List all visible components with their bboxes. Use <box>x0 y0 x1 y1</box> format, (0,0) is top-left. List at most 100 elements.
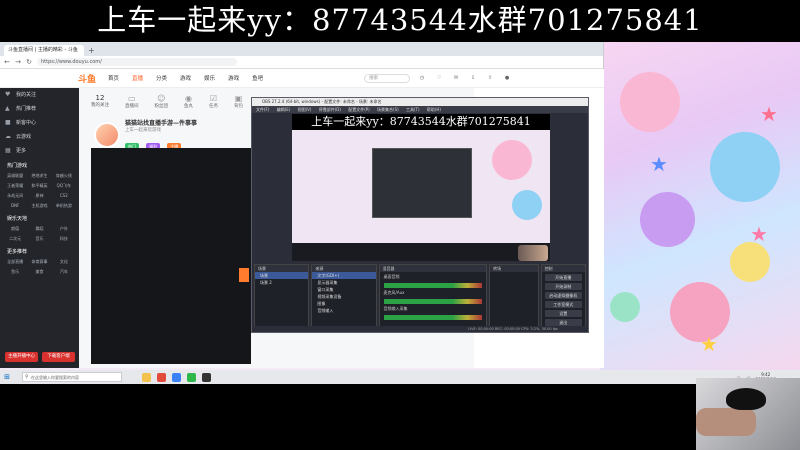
audio-meter[interactable] <box>383 283 483 288</box>
back-icon[interactable]: ← <box>4 58 10 66</box>
nav-games-2[interactable]: 游戏 <box>228 74 239 82</box>
star-icon: ★ <box>760 102 778 126</box>
hot-game-link[interactable]: 原神 <box>27 191 51 201</box>
video-player[interactable] <box>91 148 251 364</box>
source-item[interactable]: 图像 <box>312 300 375 307</box>
nav-home[interactable]: 首页 <box>108 74 119 82</box>
start-streaming-button[interactable]: 开始直播 <box>544 274 582 281</box>
refresh-icon[interactable]: ↻ <box>26 58 32 66</box>
mixer-label: 桌面音频 <box>383 274 400 279</box>
stat-bag[interactable]: ▣ 背包 <box>234 94 243 109</box>
nav-fishbar[interactable]: 鱼吧 <box>252 74 263 82</box>
task-icon: ☑ <box>209 94 218 103</box>
stage: 上车一起来yy：87743544水群701275841 ★ ★ ★ ★ 斗鱼直播… <box>0 0 800 450</box>
more-link[interactable]: 鱼乐 <box>3 267 27 277</box>
virtual-camera-button[interactable]: 启动虚拟摄像机 <box>544 292 582 299</box>
exit-button[interactable]: 退出 <box>544 319 582 326</box>
file-explorer-icon[interactable] <box>142 372 151 382</box>
follow-icon[interactable]: ♡ <box>434 75 444 81</box>
more-link[interactable]: 体育赛事 <box>27 257 51 267</box>
url-field[interactable]: https://www.douyu.com/ <box>37 58 237 66</box>
streamer-avatar[interactable] <box>94 122 120 148</box>
hot-game-link[interactable]: DNF <box>3 201 27 211</box>
windows-start-icon[interactable]: ⊞ <box>0 373 14 381</box>
audio-meter[interactable] <box>383 315 483 320</box>
hot-game-link[interactable]: QQ飞车 <box>52 181 76 191</box>
hot-game-link[interactable]: 绝地求生 <box>27 171 51 181</box>
start-broadcast-button[interactable]: 主播开播中心 <box>5 352 38 362</box>
obs-preview[interactable]: 上车一起来yy：87743544水群701275841 <box>292 114 550 261</box>
settings-button[interactable]: 设置 <box>544 310 582 317</box>
hot-game-link[interactable]: 英雄联盟 <box>3 171 27 181</box>
avatar-icon[interactable]: ● <box>502 75 512 81</box>
source-item[interactable]: 音频输入 <box>312 307 375 314</box>
ent-link[interactable]: 二次元 <box>3 234 27 244</box>
ent-link[interactable]: 舞蹈 <box>27 224 51 234</box>
hot-game-link[interactable]: 和平精英 <box>27 181 51 191</box>
forward-icon[interactable]: → <box>15 58 21 66</box>
stat-follow[interactable]: 12 我的关注 <box>91 94 109 109</box>
nav-entertainment[interactable]: 娱乐 <box>204 74 215 82</box>
scene-item[interactable]: 场景 2 <box>255 279 308 286</box>
new-tab-icon[interactable]: + <box>88 45 95 56</box>
taskbar-search-input[interactable]: ⚲ 在这里输入你要搜索的内容 <box>22 372 122 382</box>
sidebar-item-newbie[interactable]: ■ 新客中心 <box>0 116 79 130</box>
stat-fans[interactable]: ☺ 粉丝团 <box>155 94 169 109</box>
hot-game-link[interactable]: 单机热游 <box>52 201 76 211</box>
browser-tab[interactable]: 斗鱼直播间 | 主播的精彩 - 斗鱼 <box>4 45 84 56</box>
nav-category[interactable]: 分类 <box>156 74 167 82</box>
source-item[interactable]: 文字(GDI+) <box>312 272 376 279</box>
more-link[interactable]: 全部直播 <box>3 257 27 267</box>
player-side-tab[interactable] <box>239 268 249 282</box>
site-logo[interactable]: 斗鱼 <box>78 72 108 85</box>
webcam-overlay <box>696 378 800 450</box>
app-icon[interactable] <box>187 372 196 382</box>
studio-mode-button[interactable]: 工作室模式 <box>544 301 582 308</box>
ent-link[interactable]: 科技 <box>52 234 76 244</box>
download-icon[interactable]: ⇩ <box>468 75 478 81</box>
streamer-card[interactable]: 猫猫站找直播手游—件事事 上车一起来玩游戏 热门 福利 主播 <box>94 118 197 152</box>
source-item[interactable]: 视频采集设备 <box>312 293 375 300</box>
ent-link[interactable]: 颜值 <box>3 224 27 234</box>
sidebar-item-label: 我的关注 <box>16 92 37 98</box>
more-link[interactable]: 文化 <box>52 257 76 267</box>
ent-link[interactable]: 户外 <box>52 224 76 234</box>
ent-link[interactable]: 音乐 <box>27 234 51 244</box>
stat-task[interactable]: ☑ 任务 <box>209 94 218 109</box>
hot-game-link[interactable]: CS2 <box>52 191 76 201</box>
site-search-input[interactable]: 搜索 <box>364 73 411 83</box>
history-icon[interactable]: ◷ <box>417 75 427 81</box>
stat-label: 粉丝团 <box>154 104 169 109</box>
obs-menu-bar[interactable]: 文件(F) 编辑(E) 视图(V) 停靠部件(D) 配置文件(P) 场景集合(S… <box>252 106 588 113</box>
sidebar-item-hot[interactable]: ▲ 热门推荐 <box>0 102 79 116</box>
browser-icon[interactable] <box>172 372 181 382</box>
hot-game-link[interactable]: 穿越火线 <box>52 171 76 181</box>
download-client-button[interactable]: 下载客户端 <box>42 352 75 362</box>
more-grid: 全部直播 体育赛事 文化 鱼乐 美食 汽车 <box>0 257 79 277</box>
obs-icon[interactable] <box>202 372 211 382</box>
source-item[interactable]: 窗口采集 <box>312 286 375 293</box>
sidebar-item-label: 热门推荐 <box>16 106 37 112</box>
source-item[interactable]: 显示器采集 <box>312 279 375 286</box>
more-link[interactable]: 汽车 <box>52 267 76 277</box>
hot-game-link[interactable]: 永劫无间 <box>3 191 27 201</box>
sidebar-item-cloudgame[interactable]: ☁ 云游戏 <box>0 130 79 144</box>
wallpaper-bubble <box>730 242 770 282</box>
message-icon[interactable]: ✉ <box>451 75 461 81</box>
nav-games[interactable]: 游戏 <box>180 74 191 82</box>
upload-icon[interactable]: ⇧ <box>485 75 495 81</box>
hot-game-link[interactable]: 王者荣耀 <box>3 181 27 191</box>
app-icon[interactable] <box>157 372 166 382</box>
sidebar-item-follow[interactable]: ♥ 我的关注 <box>0 88 79 102</box>
stat-fishball[interactable]: ◉ 鱼丸 <box>184 94 193 109</box>
audio-meter[interactable] <box>383 299 483 304</box>
cloud-icon: ☁ <box>5 133 11 140</box>
tv-icon: ▭ <box>127 94 136 103</box>
hot-game-link[interactable]: 主机游戏 <box>27 201 51 211</box>
nav-live[interactable]: 直播 <box>132 74 143 82</box>
sidebar-item-more[interactable]: ▦ 更多 <box>0 144 79 158</box>
more-link[interactable]: 美食 <box>27 267 51 277</box>
stat-room[interactable]: ▭ 直播间 <box>125 94 139 109</box>
start-recording-button[interactable]: 开始录制 <box>544 283 582 290</box>
scene-item[interactable]: 场景 <box>255 272 309 279</box>
